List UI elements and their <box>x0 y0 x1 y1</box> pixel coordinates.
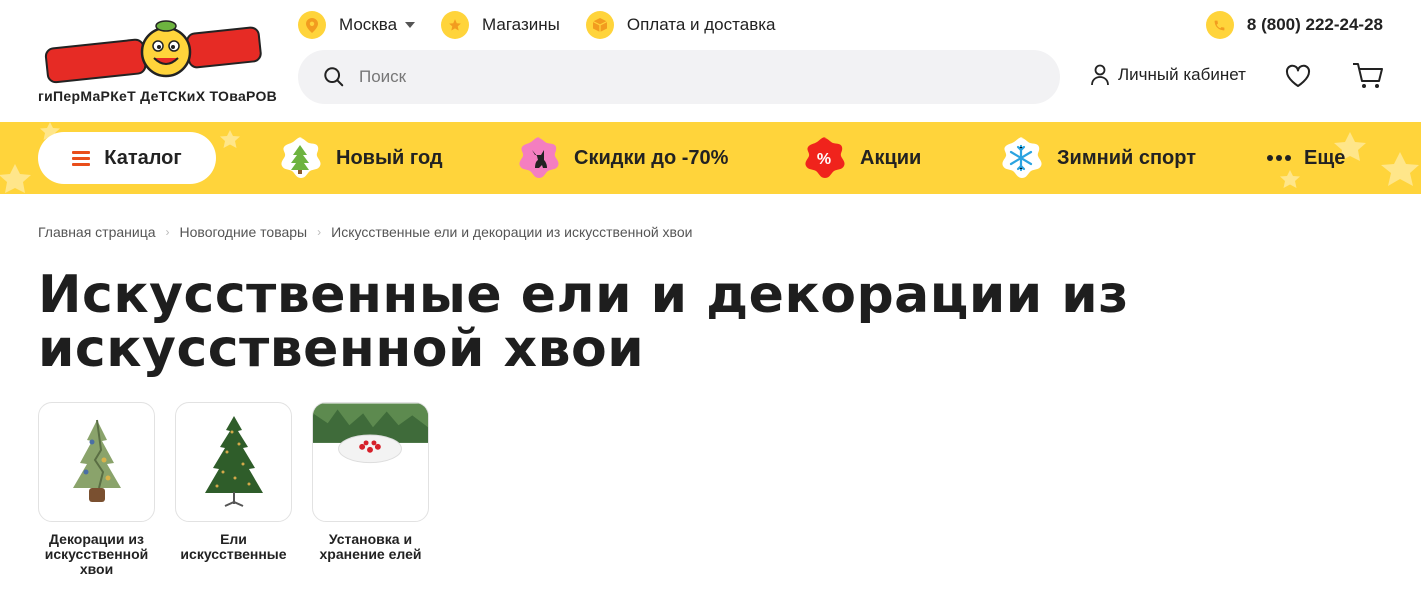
catnav-more[interactable]: Еще <box>1266 136 1345 180</box>
phone-icon <box>1205 11 1234 39</box>
subcategory-decorations[interactable]: Декорации из искусственной хвои <box>38 402 155 577</box>
top-nav: Москва Магазины Оплата и доставка <box>298 11 802 39</box>
heart-icon <box>1285 64 1311 87</box>
category-bar: Каталог Новый год Скидки до -70% % Акции <box>0 122 1421 194</box>
cart-button[interactable] <box>1352 62 1384 95</box>
catnav-promo[interactable]: % Акции <box>801 136 921 180</box>
search-bar <box>298 50 1060 104</box>
menu-icon <box>72 148 91 169</box>
snowflake-icon <box>1002 137 1042 178</box>
subcategory-label: Декорации из искусственной хвои <box>44 531 149 577</box>
catnav-winter-sport[interactable]: Зимний спорт <box>998 136 1196 180</box>
phone-number: 8 (800) 222-24-28 <box>1246 15 1383 34</box>
subcategory-trees[interactable]: Ели искусственные <box>175 402 292 577</box>
catnav-label: Новый год <box>336 146 443 169</box>
catalog-label: Каталог <box>104 146 182 169</box>
catnav-new-year[interactable]: Новый год <box>277 136 443 180</box>
subcategory-image <box>312 402 429 522</box>
logo-tagline: гиПерМаРКеТ ДеТСКиХ ТОваРОВ <box>38 88 278 104</box>
stores-link[interactable]: Магазины <box>441 11 560 39</box>
breadcrumb-new-year-goods[interactable]: Новогодние товары <box>180 224 308 240</box>
site-logo[interactable]: гиПерМаРКеТ ДеТСКиХ ТОваРОВ <box>38 16 278 106</box>
subcategory-image <box>38 402 155 522</box>
chevron-right-icon: › <box>317 225 322 239</box>
delivery-label: Оплата и доставка <box>626 15 776 34</box>
cart-icon <box>1353 63 1383 88</box>
favorites-button[interactable] <box>1285 64 1311 93</box>
logo-graphic <box>44 20 262 84</box>
box-icon <box>585 11 614 39</box>
user-icon <box>1091 64 1109 86</box>
city-label: Москва <box>339 15 398 34</box>
star-icon <box>441 11 470 39</box>
subcategory-stands-storage[interactable]: Установка и хранение елей <box>312 402 429 577</box>
subcategory-label: Установка и хранение елей <box>319 531 422 562</box>
search-input[interactable] <box>359 67 1009 87</box>
subcategory-image <box>175 402 292 522</box>
city-selector[interactable]: Москва <box>298 11 416 39</box>
catalog-button[interactable]: Каталог <box>38 132 216 184</box>
breadcrumb: Главная страница › Новогодние товары › И… <box>38 224 692 240</box>
search-icon[interactable] <box>323 66 345 88</box>
stores-label: Магазины <box>482 15 560 34</box>
catnav-label: Скидки до -70% <box>574 146 729 169</box>
decorated-twig-tree-image <box>72 419 121 502</box>
christmas-tree-icon <box>281 137 321 178</box>
account-link[interactable]: Личный кабинет <box>1090 64 1246 86</box>
catnav-label: Акции <box>860 146 922 169</box>
tree-skirt-image <box>313 403 428 464</box>
catnav-label: Еще <box>1304 146 1346 169</box>
site-header: гиПерМаРКеТ ДеТСКиХ ТОваРОВ Москва Магаз… <box>0 0 1421 122</box>
svg-text:%: % <box>817 151 831 168</box>
cat-icon <box>519 137 559 178</box>
breadcrumb-current: Искусственные ели и декорации из искусст… <box>331 224 693 240</box>
chevron-down-icon <box>405 22 416 28</box>
subcategory-list: Декорации из искусственной хвои Ели иску… <box>38 402 449 577</box>
more-dots-icon <box>1267 155 1291 161</box>
catnav-sale[interactable]: Скидки до -70% <box>515 136 728 180</box>
percent-icon: % <box>805 137 845 178</box>
subcategory-label: Ели искусственные <box>180 531 287 562</box>
location-pin-icon <box>298 11 326 39</box>
christmas-tree-image <box>204 416 263 507</box>
delivery-link[interactable]: Оплата и доставка <box>585 11 776 39</box>
breadcrumb-home[interactable]: Главная страница <box>38 224 156 240</box>
chevron-right-icon: › <box>165 225 170 239</box>
catnav-label: Зимний спорт <box>1057 146 1197 169</box>
account-label: Личный кабинет <box>1118 65 1246 84</box>
phone-link[interactable]: 8 (800) 222-24-28 <box>1205 11 1383 39</box>
page-title: Искусственные ели и декорации из искусст… <box>38 265 1129 379</box>
